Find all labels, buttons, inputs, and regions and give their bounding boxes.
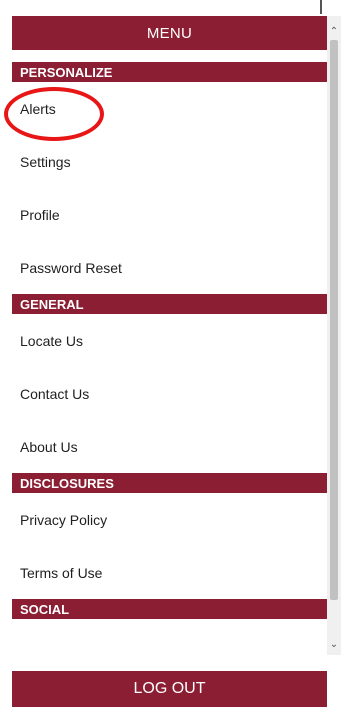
- menu-item-password-reset[interactable]: Password Reset: [12, 241, 327, 294]
- menu-item-contact-us[interactable]: Contact Us: [12, 367, 327, 420]
- menu-item-privacy-policy[interactable]: Privacy Policy: [12, 493, 327, 546]
- logout-button[interactable]: LOG OUT: [12, 671, 327, 707]
- section-header-general: GENERAL: [12, 294, 327, 314]
- scrollbar-thumb[interactable]: [330, 40, 338, 600]
- menu-item-locate-us[interactable]: Locate Us: [12, 314, 327, 367]
- menu-item-about-us[interactable]: About Us: [12, 420, 327, 473]
- section-header-disclosures: DISCLOSURES: [12, 473, 327, 493]
- menu-item-alerts[interactable]: Alerts: [12, 82, 327, 135]
- menu-scrollbar[interactable]: ⌃ ⌄: [327, 16, 341, 655]
- top-divider: [320, 0, 322, 14]
- menu-header: MENU: [12, 16, 327, 50]
- chevron-down-icon[interactable]: ⌄: [327, 635, 341, 653]
- menu-item-profile[interactable]: Profile: [12, 188, 327, 241]
- menu-list: PERSONALIZE Alerts Settings Profile Password…: [12, 62, 327, 619]
- section-header-social: SOCIAL: [12, 599, 327, 619]
- chevron-up-icon[interactable]: ⌃: [327, 22, 341, 40]
- section-header-personalize: PERSONALIZE: [12, 62, 327, 82]
- menu-item-settings[interactable]: Settings: [12, 135, 327, 188]
- side-menu: MENU PERSONALIZE Alerts Settings Profile Pas…: [12, 16, 327, 655]
- menu-item-terms-of-use[interactable]: Terms of Use: [12, 546, 327, 599]
